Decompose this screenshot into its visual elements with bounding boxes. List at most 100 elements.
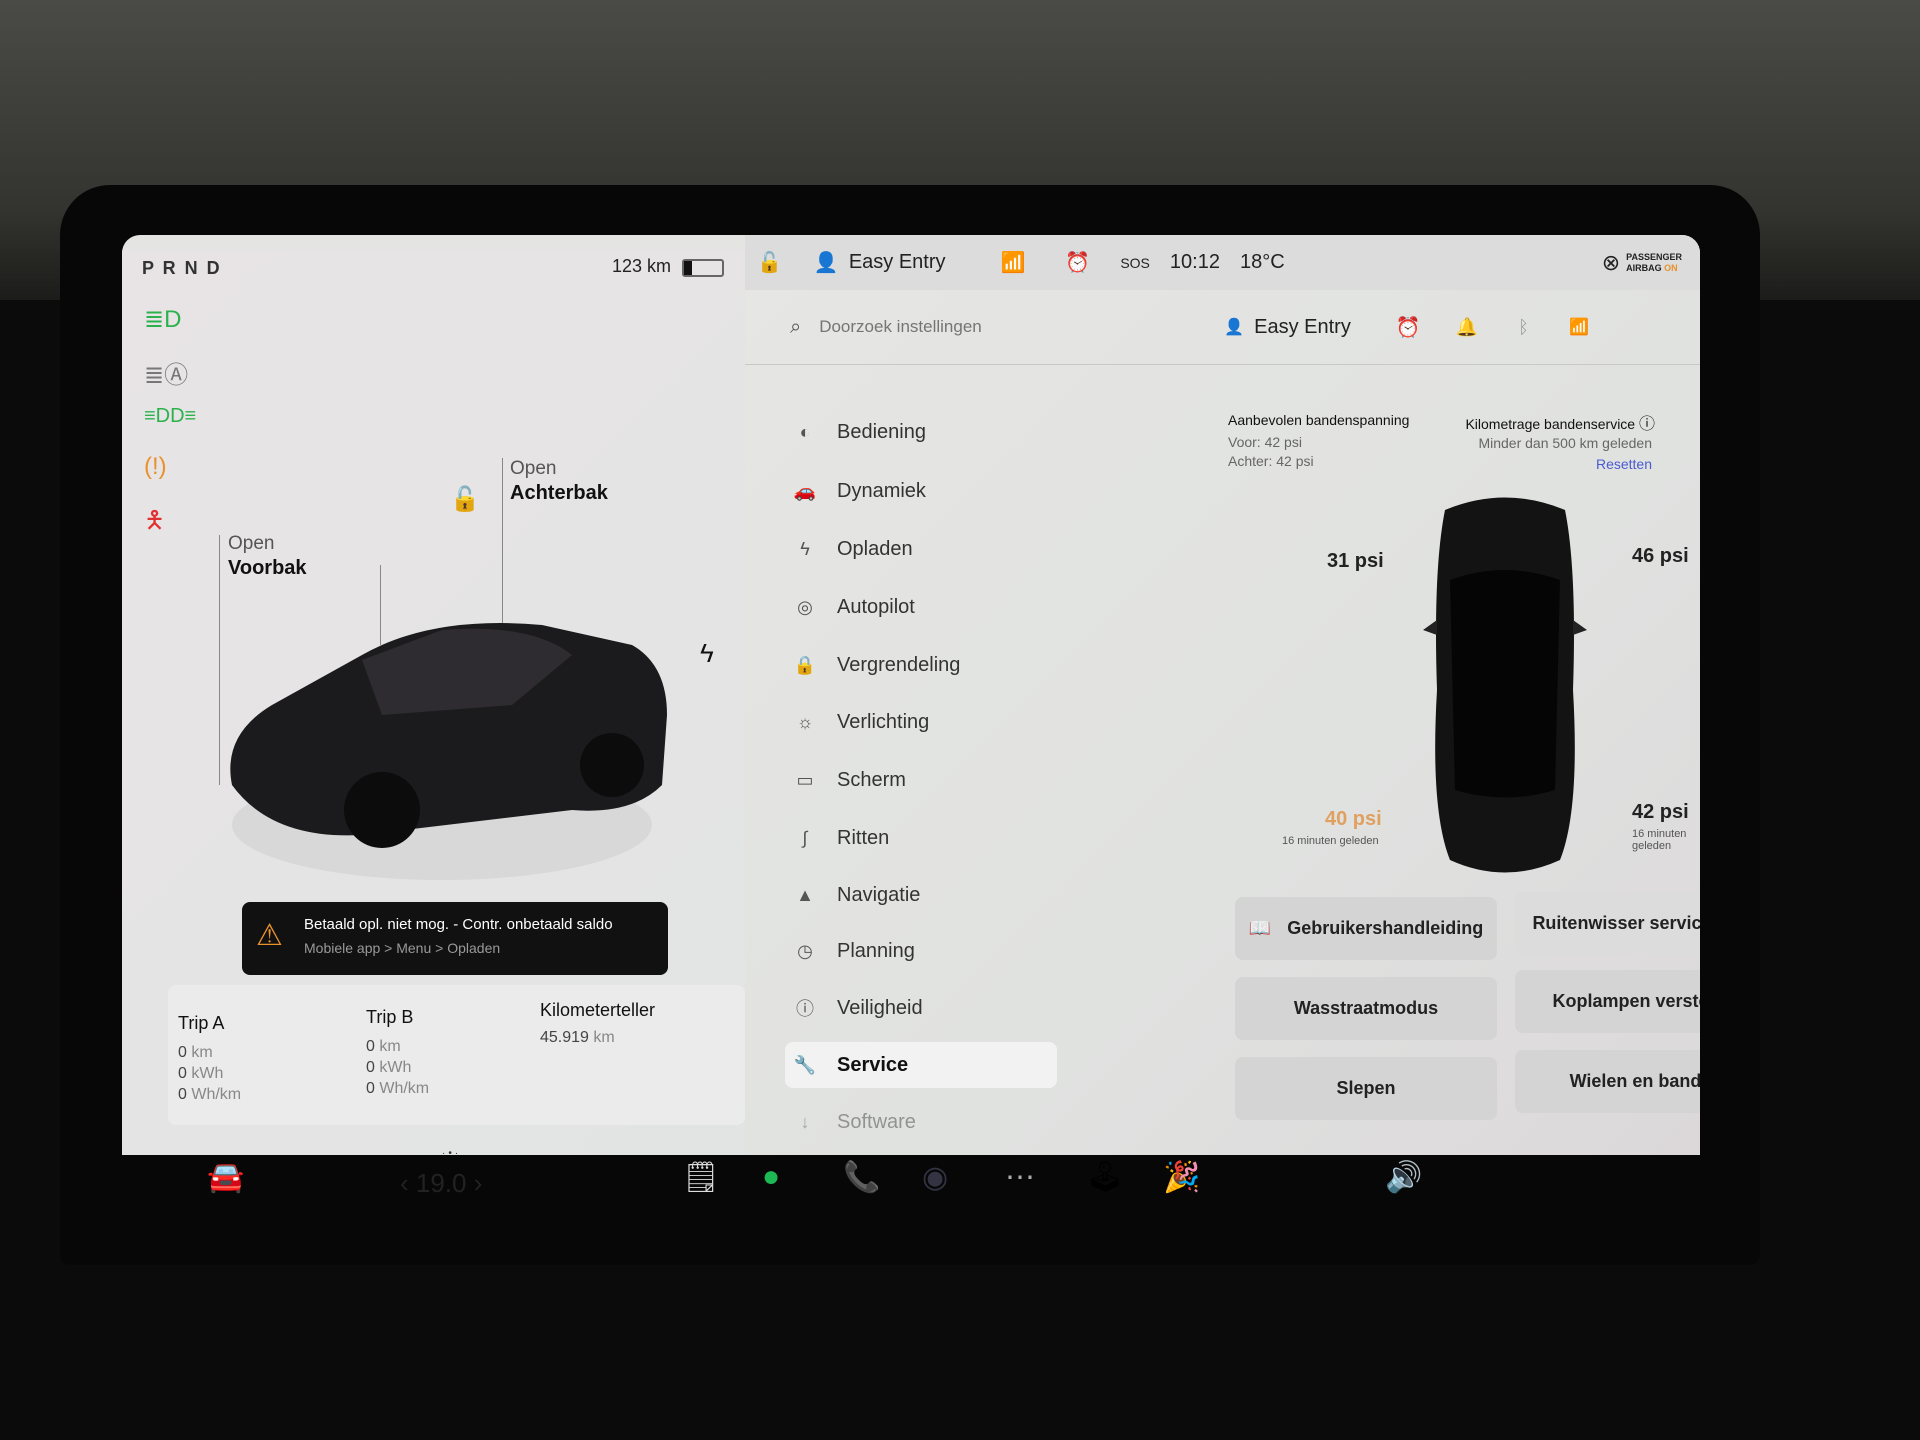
volume-icon[interactable]: 🔊 xyxy=(1385,1160,1422,1195)
car-controls-icon[interactable]: 🚘 xyxy=(207,1160,244,1195)
more-apps-icon[interactable]: ⋯ xyxy=(1005,1160,1035,1195)
menu-item-label: Dynamiek xyxy=(837,479,926,502)
unit: kWh xyxy=(191,1065,224,1082)
menu-item-planning[interactable]: ◷ Planning xyxy=(785,928,1057,974)
tire-rear-right-pressure: 42 psi xyxy=(1632,801,1689,823)
menu-item-autopilot[interactable]: ◎ Autopilot xyxy=(785,584,1057,630)
book-icon: 📖 xyxy=(1248,918,1272,938)
menu-item-bediening[interactable]: ◐ Bediening xyxy=(785,409,1057,455)
menu-item-verlichting[interactable]: ☼ Verlichting xyxy=(785,699,1057,745)
headlight-adjust-button[interactable]: Koplampen verstellen xyxy=(1515,970,1700,1033)
seatbelt-warning-icon: 🯅 xyxy=(144,507,166,534)
owners-manual-button[interactable]: 📖 Gebruikershandleiding xyxy=(1235,897,1497,960)
menu-item-software[interactable]: ↓ Software xyxy=(785,1099,1057,1145)
display-icon: ▭ xyxy=(796,769,814,790)
menu-item-veiligheid[interactable]: ⓘ Veiligheid xyxy=(785,985,1057,1031)
unit: Wh/km xyxy=(379,1080,430,1097)
trip-b-km: 0 xyxy=(366,1038,375,1055)
arcade-app-icon[interactable]: 🕹 xyxy=(1086,1160,1124,1195)
wifi-icon[interactable]: 📶 xyxy=(1569,317,1589,337)
bluetooth-icon[interactable]: ᛒ xyxy=(1518,317,1529,338)
charging-alert-banner[interactable]: ⚠ Betaald opl. niet mog. - Contr. onbeta… xyxy=(242,902,668,975)
frunk-label[interactable]: Voorbak xyxy=(228,557,307,580)
low-beam-icon: ≣D xyxy=(144,306,182,333)
info-icon[interactable]: ⓘ xyxy=(1639,416,1655,433)
menu-item-label: Veiligheid xyxy=(837,996,923,1019)
sos-button[interactable]: SOS xyxy=(1120,255,1150,271)
unlock-icon[interactable]: 🔓 xyxy=(450,485,480,514)
wrench-icon: 🔧 xyxy=(793,1054,817,1075)
frunk-open-label[interactable]: Open xyxy=(228,533,274,555)
gear-selector: P R N D xyxy=(142,258,222,278)
alert-subtitle: Mobiele app > Menu > Opladen xyxy=(304,940,501,956)
status-bar: 🔓 👤 Easy Entry 📶 ⏰ SOS 10:12 18°C ⊗ PASS… xyxy=(745,235,1700,290)
alarm-icon[interactable]: ⏰ xyxy=(1396,315,1421,340)
profile-name[interactable]: Easy Entry xyxy=(849,251,946,274)
profile-name[interactable]: Easy Entry xyxy=(1254,316,1351,339)
menu-item-opladen[interactable]: ϟ Opladen xyxy=(785,526,1057,572)
spotify-app-icon[interactable]: ● xyxy=(762,1160,780,1194)
trip-card: Trip A 0 km 0 kWh 0 Wh/km Trip B 0 km 0 kWh… xyxy=(168,985,745,1125)
menu-item-service[interactable]: 🔧 Service xyxy=(785,1042,1057,1088)
tire-rear-left-updated: 16 minuten geleden xyxy=(1282,835,1379,847)
car-wash-mode-button[interactable]: Wasstraatmodus xyxy=(1235,977,1497,1040)
recommended-front: Voor: 42 psi xyxy=(1228,434,1302,450)
passenger-airbag-status: PASSENGER AIRBAG ON xyxy=(1626,252,1682,274)
menu-item-dynamiek[interactable]: 🚗 Dynamiek xyxy=(785,468,1057,514)
reset-link[interactable]: Resetten xyxy=(1596,456,1652,472)
range-readout: 123 km xyxy=(612,256,672,276)
odometer-title: Kilometerteller xyxy=(540,1000,656,1020)
tire-rear-right-updated: 16 minuten geleden xyxy=(1632,828,1687,852)
camera-app-icon[interactable]: ◉ xyxy=(922,1160,948,1195)
alarm-icon[interactable]: ⏰ xyxy=(1065,250,1090,275)
menu-item-label: Opladen xyxy=(837,537,913,560)
trip-a[interactable]: Trip A 0 km 0 kWh 0 Wh/km xyxy=(178,1013,241,1105)
tow-mode-button[interactable]: Slepen xyxy=(1235,1057,1497,1120)
charge-port-bolt-icon[interactable]: ϟ xyxy=(700,638,714,669)
trunk-open-label[interactable]: Open xyxy=(510,458,556,480)
trips-icon: ∫ xyxy=(802,827,808,848)
menu-item-vergrendeling[interactable]: 🔒 Vergrendeling xyxy=(785,642,1057,688)
menu-item-label: Navigatie xyxy=(837,883,921,906)
airbag-line1: PASSENGER xyxy=(1626,251,1682,262)
search-icon[interactable]: ⌕ xyxy=(790,316,801,339)
trunk-label[interactable]: Achterbak xyxy=(510,482,608,505)
phone-app-icon[interactable]: 📞 xyxy=(843,1160,880,1195)
menu-item-ritten[interactable]: ∫ Ritten xyxy=(785,815,1057,861)
wiper-service-mode-button[interactable]: Ruitenwisser servicestand xyxy=(1515,892,1700,955)
tire-pressure-warning-icon: (!) xyxy=(144,453,167,480)
toybox-app-icon[interactable]: 🎉 xyxy=(1163,1160,1200,1195)
parking-lights-icon: ≡DD≡ xyxy=(144,405,197,427)
notifications-bell-icon[interactable]: 🔔 xyxy=(1456,317,1478,338)
clock-icon: ◷ xyxy=(797,940,813,961)
menu-item-label: Autopilot xyxy=(837,595,915,618)
trip-b[interactable]: Trip B 0 km 0 kWh 0 Wh/km xyxy=(366,1007,429,1099)
menu-item-label: Verlichting xyxy=(837,710,930,733)
odometer: Kilometerteller 45.919 km xyxy=(540,1000,655,1047)
steering-wheel-icon: ◎ xyxy=(797,596,813,617)
menu-item-navigatie[interactable]: ▲ Navigatie xyxy=(785,872,1057,918)
menu-item-label: Vergrendeling xyxy=(837,653,961,676)
climate-temperature-control[interactable]: ‹ 19.0 › xyxy=(400,1168,482,1199)
light-icon: ☼ xyxy=(796,711,814,732)
page-indicator-dots[interactable]: ·•· xyxy=(442,1148,461,1155)
warning-icon: ⚠ xyxy=(256,919,283,952)
profile-icon[interactable]: 👤 xyxy=(814,250,839,275)
wheels-tires-button[interactable]: Wielen en banden xyxy=(1515,1050,1700,1113)
trip-a-whkm: 0 xyxy=(178,1086,187,1103)
menu-item-label: Software xyxy=(837,1110,916,1133)
outside-temperature: 18°C xyxy=(1239,251,1285,273)
car-top-view-image xyxy=(1423,497,1587,873)
car-panel: P R N D 123 km ≣D ≣Ⓐ ≡DD≡ (!) 🯅 Open Voo… xyxy=(122,250,745,1155)
search-input[interactable] xyxy=(819,317,1120,337)
button-label: Gebruikershandleiding xyxy=(1287,918,1484,938)
car-3d-image xyxy=(230,623,668,880)
menu-item-scherm[interactable]: ▭ Scherm xyxy=(785,757,1057,803)
lock-status-icon[interactable]: 🔓 xyxy=(757,250,782,275)
notepad-app-icon[interactable]: 🗒 xyxy=(682,1160,720,1195)
search-bar: ⌕ 👤 Easy Entry ⏰ 🔔 ᛒ 📶 xyxy=(745,290,1700,365)
menu-item-label: Bediening xyxy=(837,420,926,443)
menu-item-label: Planning xyxy=(837,939,915,962)
unit: kWh xyxy=(379,1059,412,1076)
profile-icon[interactable]: 👤 xyxy=(1224,317,1244,337)
